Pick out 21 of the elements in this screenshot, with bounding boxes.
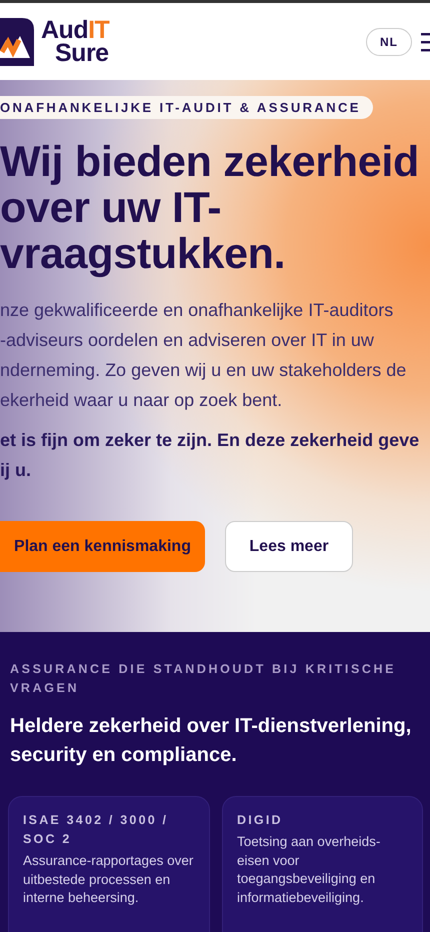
hero-text-line: nze gekwalificeerde en onafhankelijke IT-auditors (0, 299, 394, 322)
language-button[interactable]: NL (366, 28, 412, 56)
section-title: Heldere zekerheid over IT-dienstverlening, security en compliance. (10, 714, 412, 768)
card-text: Toetsing aan overheids-eisen voor toegangsbeveiliging en informatiebeveiliging. (237, 833, 382, 907)
card-title: ISAE 3402 / 3000 / SOC 2 (23, 812, 170, 848)
card-title: DIGID (237, 812, 284, 829)
menu-icon[interactable] (418, 30, 430, 52)
section-eyebrow: ASSURANCE DIE STANDHOUDT BIJ KRITISCHE VRAGEN (10, 661, 398, 697)
read-more-button[interactable]: Lees meer (225, 521, 353, 572)
hero-text-line: ekerheid waar u naar op zoek bent. (0, 389, 282, 412)
hero-heading-line: over uw IT- (0, 185, 222, 231)
hero-bold-line: et is fijn om zeker te zijn. En deze zekerheid geve (0, 429, 420, 452)
hero-text-line: -adviseurs oordelen en adviseren over IT in uw (0, 329, 374, 352)
hero-bold-line: ij u. (0, 459, 31, 482)
hero-heading-line: Wij bieden zekerheid (0, 139, 419, 185)
logo-wordmark[interactable]: AudIT Sure (41, 18, 110, 64)
hero-text-line: nderneming. Zo geven wij u en uw stakeholders de (0, 359, 406, 382)
hero-heading-line: vraagstukken. (0, 231, 286, 277)
card-text: Assurance-rapportages over uitbestede processen en interne beheersing. (23, 852, 194, 907)
hero-tag: ONAFHANKELIJKE IT-AUDIT & ASSURANCE (0, 96, 373, 119)
plan-meeting-button[interactable]: Plan een kennismaking (0, 521, 205, 572)
